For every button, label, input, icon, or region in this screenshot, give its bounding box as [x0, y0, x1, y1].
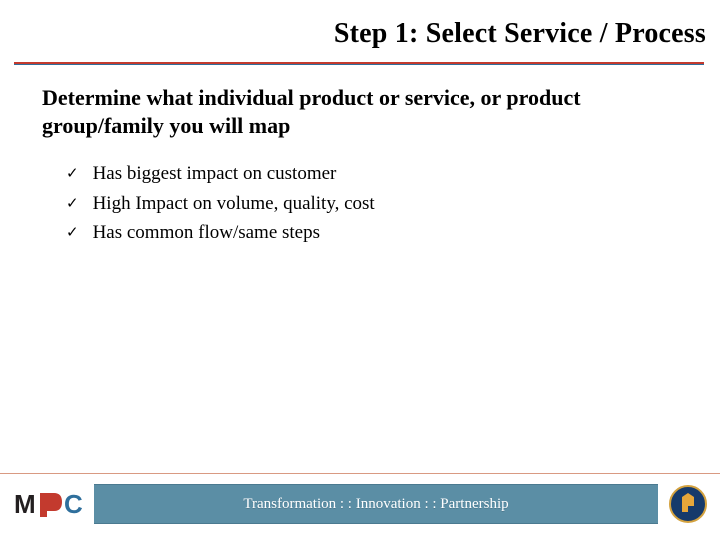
footer-divider [0, 473, 720, 474]
logo-left: M C [10, 484, 94, 524]
slide: Step 1: Select Service / Process Determi… [0, 0, 720, 540]
bullet-list: ✓ Has biggest impact on customer ✓ High … [66, 160, 660, 249]
seal-icon [668, 484, 708, 524]
title-area: Step 1: Select Service / Process [0, 18, 720, 50]
check-icon: ✓ [66, 190, 79, 217]
footer-band: Transformation : : Innovation : : Partne… [94, 484, 658, 524]
footer-tagline: Transformation : : Innovation : : Partne… [243, 496, 508, 513]
logo-right [662, 482, 714, 526]
svg-text:C: C [64, 489, 83, 519]
rule-blue [14, 64, 704, 65]
title-rule [14, 62, 704, 65]
subheading: Determine what individual product or ser… [42, 84, 678, 139]
mpc-logo-icon: M C [14, 489, 90, 519]
title-rest: Select Service / Process [426, 18, 706, 49]
check-icon: ✓ [66, 160, 79, 187]
list-item: ✓ Has biggest impact on customer [66, 160, 660, 188]
slide-title: Step 1: Select Service / Process [334, 18, 706, 49]
title-step: Step 1 [334, 18, 409, 49]
bullet-text: High Impact on volume, quality, cost [93, 190, 375, 218]
bullet-text: Has common flow/same steps [93, 219, 320, 247]
svg-text:M: M [14, 489, 36, 519]
footer: M C Transformation : : Innovation : : Pa… [0, 482, 720, 526]
bullet-text: Has biggest impact on customer [93, 160, 337, 188]
title-sep: : [409, 18, 426, 49]
check-icon: ✓ [66, 219, 79, 246]
list-item: ✓ High Impact on volume, quality, cost [66, 190, 660, 218]
list-item: ✓ Has common flow/same steps [66, 219, 660, 247]
